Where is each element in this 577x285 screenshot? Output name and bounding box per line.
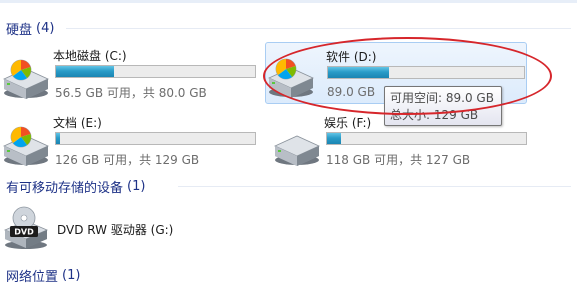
usage-bar bbox=[55, 65, 256, 78]
dvd-drive-icon: DVD bbox=[3, 206, 49, 249]
hard-disk-icon bbox=[272, 123, 322, 167]
hard-disk-icon bbox=[1, 123, 51, 167]
removable-group-header[interactable]: 有可移动存储的设备 (1) bbox=[6, 177, 145, 196]
drive-name: 娱乐 (F:) bbox=[324, 116, 372, 130]
drive-e[interactable]: 文档 (E:) 126 GB 可用，共 129 GB bbox=[1, 111, 263, 173]
usage-bar-fill bbox=[56, 66, 114, 77]
hard-disks-divider bbox=[66, 28, 571, 29]
drive-space-info: 89.0 GB bbox=[327, 85, 376, 99]
usage-bar-fill bbox=[56, 133, 60, 144]
usage-bar bbox=[55, 132, 256, 145]
drive-name: 本地磁盘 (C:) bbox=[53, 49, 127, 63]
removable-divider bbox=[178, 186, 571, 187]
tooltip-total-size: 总大小: 129 GB bbox=[390, 108, 479, 122]
drive-space-info: 126 GB 可用，共 129 GB bbox=[55, 153, 200, 167]
removable-group-count: (1) bbox=[127, 179, 146, 194]
dvd-drive-name: DVD RW 驱动器 (G:) bbox=[57, 223, 174, 237]
usage-bar bbox=[326, 132, 527, 145]
usage-bar-fill bbox=[328, 67, 389, 78]
removable-group-title: 有可移动存储的设备 bbox=[6, 181, 124, 196]
tooltip-free-space: 可用空间: 89.0 GB bbox=[390, 91, 494, 105]
drive-tooltip: 可用空间: 89.0 GB 总大小: 129 GB bbox=[384, 86, 502, 126]
drive-space-info: 56.5 GB 可用，共 80.0 GB bbox=[55, 86, 207, 100]
usage-bar bbox=[327, 66, 525, 79]
drive-space-info: 118 GB 可用，共 127 GB bbox=[326, 153, 471, 167]
drive-name: 软件 (D:) bbox=[326, 50, 377, 64]
hard-disk-icon bbox=[1, 56, 51, 100]
usage-bar-fill bbox=[327, 133, 341, 144]
hard-disks-group-title: 硬盘 bbox=[6, 23, 33, 38]
dvd-icon-label: DVD bbox=[14, 228, 34, 237]
drive-c[interactable]: 本地磁盘 (C:) 56.5 GB 可用，共 80.0 GB bbox=[1, 44, 263, 106]
hard-disks-group-count: (4) bbox=[36, 21, 55, 36]
hard-disk-icon bbox=[266, 55, 316, 99]
window-top-edge bbox=[0, 0, 577, 3]
hard-disks-group-header[interactable]: 硬盘 (4) bbox=[6, 19, 54, 38]
drive-name: 文档 (E:) bbox=[53, 116, 102, 130]
